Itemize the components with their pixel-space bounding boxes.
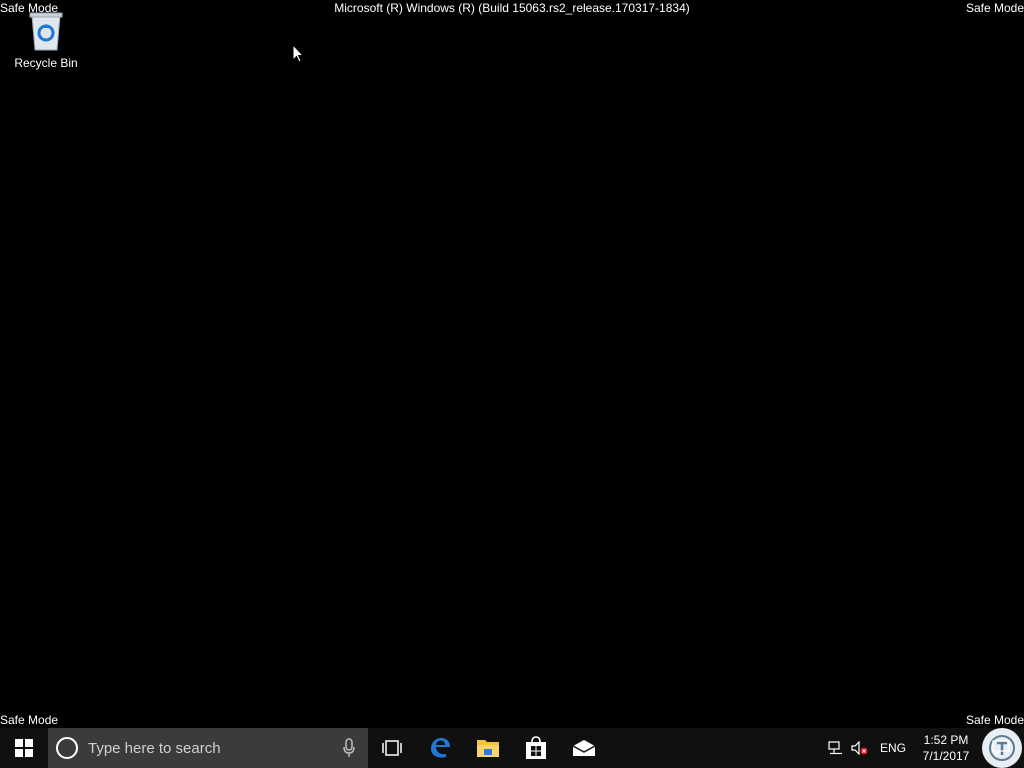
taskbar-app-edge[interactable]: [416, 728, 464, 768]
taskbar-app-file-explorer[interactable]: [464, 728, 512, 768]
mouse-cursor-icon: [292, 44, 304, 63]
store-icon: [526, 736, 546, 759]
network-icon: [828, 741, 842, 755]
taskbar-app-mail[interactable]: [560, 728, 608, 768]
clock[interactable]: 1:52 PM 7/1/2017: [914, 732, 978, 764]
cortana-icon: [56, 737, 78, 759]
start-button[interactable]: [0, 728, 48, 768]
desktop[interactable]: Safe Mode Microsoft (R) Windows (R) (Bui…: [0, 0, 1024, 728]
mail-icon: [572, 740, 596, 756]
safe-mode-label-bottom-right: Safe Mode: [965, 713, 1024, 727]
edge-icon: [431, 738, 450, 758]
taskbar-app-store[interactable]: [512, 728, 560, 768]
task-view-button[interactable]: [368, 728, 416, 768]
action-center-icon: [992, 740, 1010, 756]
desktop-icon-label: Recycle Bin: [14, 56, 78, 70]
task-view-icon: [382, 740, 402, 756]
volume-muted-icon: [851, 741, 868, 755]
system-tray: ENG 1:52 PM 7/1/2017: [824, 728, 1024, 768]
file-explorer-icon: [477, 740, 499, 757]
network-tray-button[interactable]: [824, 728, 848, 768]
clock-date: 7/1/2017: [922, 749, 970, 763]
input-language-indicator[interactable]: ENG: [872, 741, 914, 755]
safe-mode-label-top-right: Safe Mode: [965, 1, 1024, 15]
windows-logo-icon: [15, 739, 33, 757]
search-input[interactable]: [88, 739, 328, 757]
safe-mode-label-bottom-left: Safe Mode: [0, 713, 59, 727]
taskbar: ENG 1:52 PM 7/1/2017: [0, 728, 1024, 768]
recycle-bin-icon: [29, 12, 63, 51]
clock-time: 1:52 PM: [923, 733, 969, 747]
action-center-button[interactable]: [978, 728, 1024, 768]
search-box[interactable]: [48, 728, 368, 768]
desktop-icon-recycle-bin[interactable]: Recycle Bin: [8, 8, 84, 74]
microphone-icon[interactable]: [342, 738, 356, 758]
volume-tray-button[interactable]: [848, 728, 872, 768]
build-info-text: Microsoft (R) Windows (R) (Build 15063.r…: [334, 1, 690, 15]
